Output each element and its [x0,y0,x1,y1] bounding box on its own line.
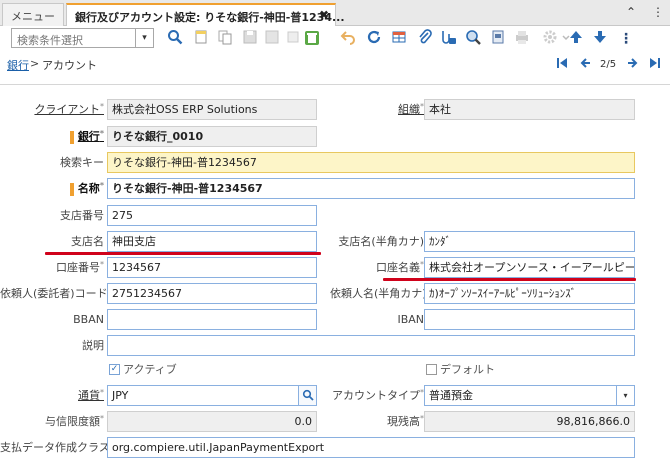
bban-field[interactable] [107,309,317,330]
attachment-icon[interactable] [415,29,435,49]
client-label[interactable]: クライアント* [0,101,104,119]
branch-name-label: 支店名 [71,235,104,248]
account-number-label: 口座番号* [56,260,104,274]
account-type-label: アカウントタイプ* [332,388,424,402]
name-field[interactable]: りそな銀行-神田-普1234567 [107,178,635,199]
default-checkbox[interactable]: デフォルト [426,362,495,378]
tab-menu-label: メニュー [11,10,55,23]
save-new-icon[interactable] [262,29,282,49]
chevron-down-icon[interactable]: ▾ [135,29,153,47]
tab-bar: メニュー 銀行及びアカウント設定: りそな銀行-神田-普1234... ✖ ⌃ … [0,0,670,26]
iban-field[interactable] [424,309,635,330]
tab-bank-account[interactable]: 銀行及びアカウント設定: りそな銀行-神田-普1234... ✖ [66,3,345,26]
grid-toggle-icon[interactable] [389,29,409,49]
zoom-across-icon[interactable] [463,29,483,49]
currency-value: JPY [112,389,129,402]
checkbox-checked-icon[interactable]: ✓ [109,363,120,375]
account-holder-label: 口座名義* [376,260,424,274]
save-icon[interactable] [240,29,260,49]
chat-icon[interactable] [438,29,458,49]
name-label: 名称* [0,180,104,198]
print-icon[interactable] [512,29,532,49]
last-record-icon[interactable] [649,57,661,72]
search-key-field[interactable]: りそな銀行-神田-普1234567 [107,152,635,173]
requester-code-label: 依頼人(委託者)コード [0,287,108,300]
next-record-icon[interactable] [626,57,638,72]
currency-field[interactable]: JPY [107,385,317,406]
iban-label: IBAN [397,313,424,326]
description-label: 説明 [82,339,104,352]
requester-name-field[interactable]: ｶ)ｵｰﾌﾟﾝｿｰｽｲｰｱｰﾙﾋﾟｰｿﾘｭｰｼｮﾝｽﾞ [424,283,635,304]
branch-name-kana-field[interactable]: ｶﾝﾀﾞ [424,231,635,252]
account-type-select[interactable]: 普通預金 ▾ [424,385,635,406]
bban-label: BBAN [73,313,104,326]
chevron-down-icon[interactable]: ▾ [616,386,634,405]
more-menu-icon[interactable]: ⋮ [652,5,664,19]
payment-export-class-field[interactable]: org.compiere.util.JapanPaymentExport [107,437,635,458]
copy-record-icon[interactable] [215,29,235,49]
arrow-down-icon[interactable] [590,29,610,49]
mandatory-marker [69,130,74,144]
close-icon[interactable]: ✖ [319,8,329,22]
bank-field[interactable]: りそな銀行_0010 [107,126,317,147]
branch-name-field[interactable]: 神田支店 [107,231,317,252]
refresh-icon[interactable] [364,29,384,49]
tab-menu[interactable]: メニュー [2,3,64,26]
breadcrumb: 銀行 > アカウント 2/5 [0,54,670,76]
mandatory-marker [69,182,74,196]
client-field[interactable]: 株式会社OSS ERP Solutions [107,99,317,120]
current-balance-field[interactable]: 98,816,866.0 [424,411,635,432]
organization-label[interactable]: 組織* [330,101,424,119]
collapse-icon[interactable]: ⌃ [626,5,636,19]
tab-bank-account-label: 銀行及びアカウント設定: りそな銀行-神田-普1234... [75,11,345,24]
delete-icon[interactable] [302,29,322,49]
search-criteria-placeholder: 検索条件選択 [17,34,83,47]
requester-code-field[interactable]: 2751234567 [107,283,317,304]
toolbar: 検索条件選択 ▾ ⋮ [0,27,670,53]
search-icon[interactable] [298,386,316,405]
previous-record-icon[interactable] [580,57,592,72]
new-record-icon[interactable] [191,29,211,49]
archive-icon[interactable] [488,29,508,49]
account-holder-field[interactable]: 株式会社オープンソース・イーアールピー・ [424,257,635,278]
annotation-underline [383,278,636,281]
branch-number-field[interactable]: 275 [107,205,317,226]
breadcrumb-parent-link[interactable]: 銀行 [7,57,29,73]
active-checkbox[interactable]: ✓ アクティブ [109,362,177,378]
search-icon[interactable] [165,29,185,49]
currency-label[interactable]: 通貨* [0,387,104,405]
branch-number-label: 支店番号 [60,209,104,222]
credit-limit-field[interactable]: 0.0 [107,411,317,432]
requester-name-label: 依頼人名(半角カナ) [330,287,427,300]
credit-limit-label: 与信限度額* [45,414,104,428]
search-key-label: 検索キー [60,156,104,169]
first-record-icon[interactable] [556,57,568,72]
kebab-menu-icon[interactable]: ⋮ [616,29,636,49]
arrow-up-icon[interactable] [566,29,586,49]
annotation-underline [45,252,321,255]
current-balance-label: 現残高* [387,414,424,428]
search-criteria-select[interactable]: 検索条件選択 ▾ [11,28,154,48]
account-type-value: 普通預金 [429,389,473,402]
branch-name-kana-label: 支店名(半角カナ) [338,235,424,248]
ignore-changes-icon[interactable] [283,29,303,49]
description-field[interactable] [107,335,635,356]
breadcrumb-current: アカウント [42,59,97,72]
record-pager: 2/5 [600,59,617,70]
checkbox-unchecked-icon[interactable] [426,363,437,375]
breadcrumb-separator: > [30,57,40,70]
organization-field[interactable]: 本社 [424,99,635,120]
payment-export-class-label: 支払データ作成クラス [0,441,110,454]
bank-label[interactable]: 銀行* [0,128,104,146]
account-number-field[interactable]: 1234567 [107,257,317,278]
undo-icon[interactable] [338,29,358,49]
